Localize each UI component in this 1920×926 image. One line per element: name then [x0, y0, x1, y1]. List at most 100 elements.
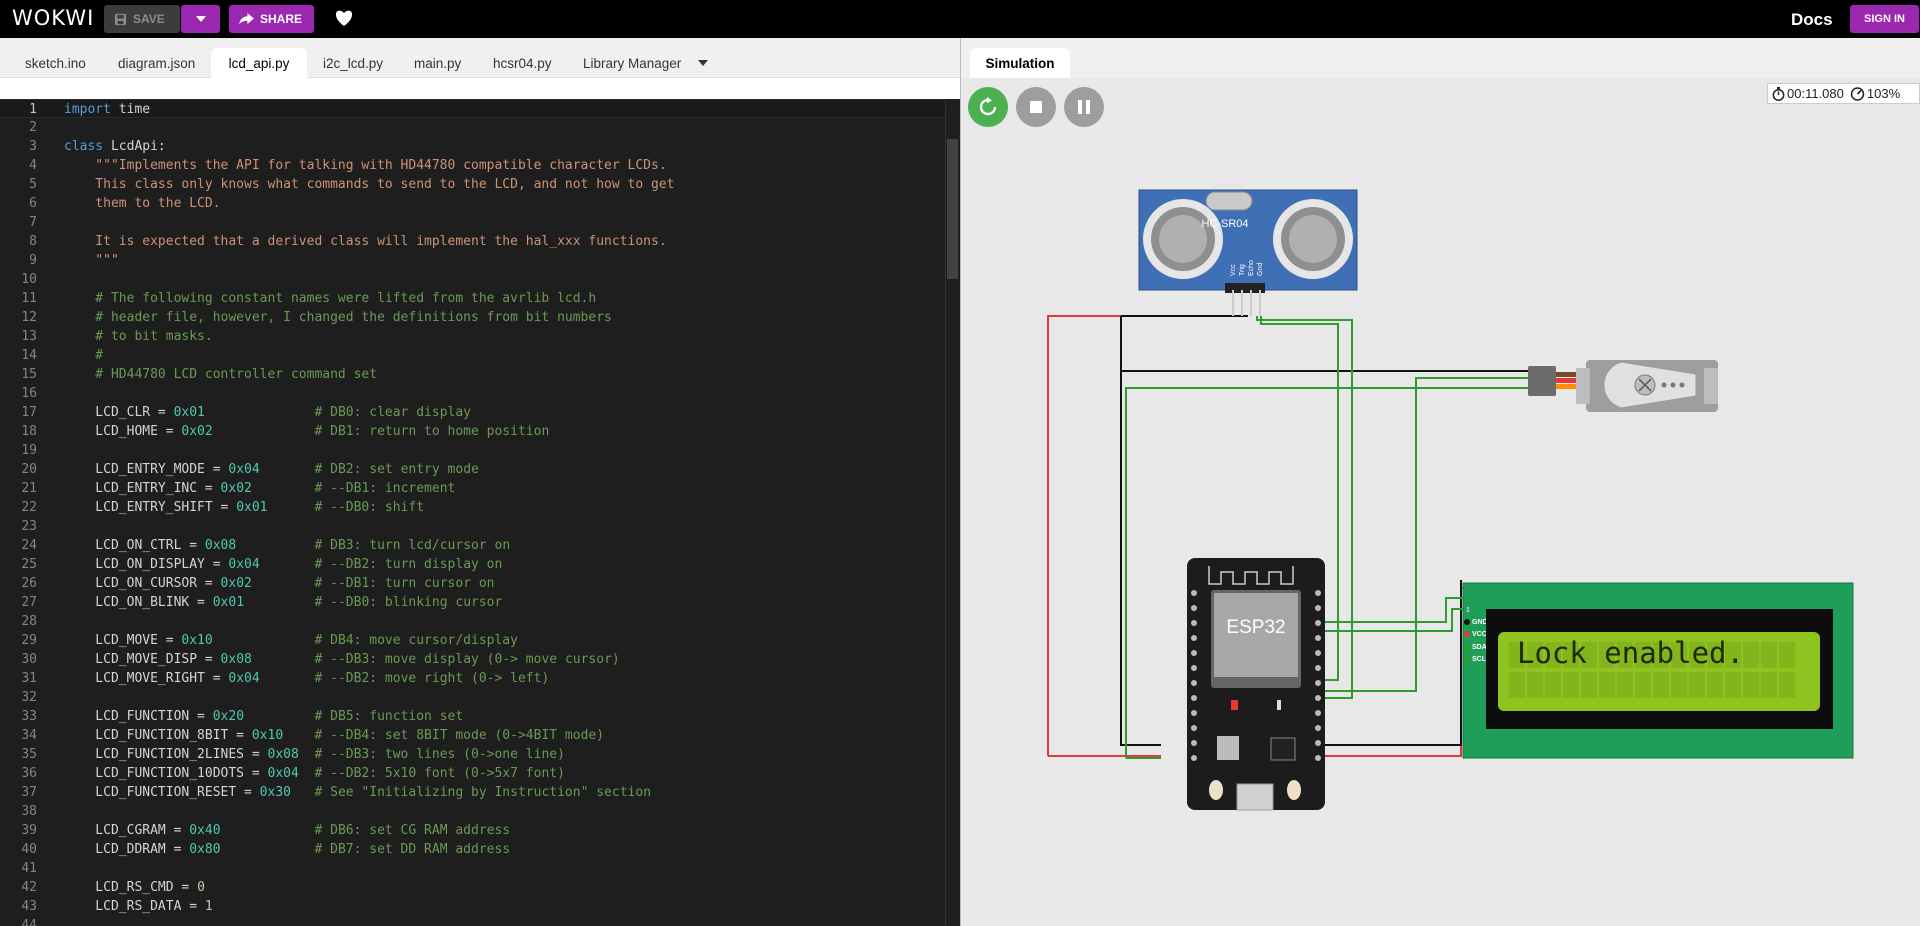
- code-line[interactable]: 28: [0, 612, 945, 631]
- code-line[interactable]: 17 LCD_CLR = 0x01 # DB0: clear display: [0, 403, 945, 422]
- editor-top-strip: [0, 78, 960, 99]
- code-line[interactable]: 4 """Implements the API for talking with…: [0, 156, 945, 175]
- code-line[interactable]: 38: [0, 802, 945, 821]
- code-line[interactable]: 23: [0, 517, 945, 536]
- code-line[interactable]: 33 LCD_FUNCTION = 0x20 # DB5: function s…: [0, 707, 945, 726]
- code-line[interactable]: 32: [0, 688, 945, 707]
- code-line[interactable]: 19: [0, 441, 945, 460]
- code-line[interactable]: 31 LCD_MOVE_RIGHT = 0x04 # --DB2: move r…: [0, 669, 945, 688]
- code-text: LCD_ENTRY_SHIFT = 0x01 # --DB0: shift: [64, 498, 424, 517]
- code-token: # DB5: function set: [314, 709, 464, 724]
- code-line[interactable]: 24 LCD_ON_CTRL = 0x08 # DB3: turn lcd/cu…: [0, 536, 945, 555]
- tab-hcsr04-py[interactable]: hcsr04.py: [481, 48, 564, 78]
- lcd-display[interactable]: 1 GND VCC SDA SCL Lock enabled.: [1462, 582, 1854, 759]
- share-arrow-icon: [239, 13, 254, 25]
- code-line[interactable]: 36 LCD_FUNCTION_10DOTS = 0x04 # --DB2: 5…: [0, 764, 945, 783]
- line-number: 2: [29, 120, 37, 135]
- code-line[interactable]: 15 # HD44780 LCD controller command set: [0, 365, 945, 384]
- code-text: # The following constant names were lift…: [64, 289, 596, 308]
- code-line[interactable]: 11 # The following constant names were l…: [0, 289, 945, 308]
- code-line[interactable]: 22 LCD_ENTRY_SHIFT = 0x01 # --DB0: shift: [0, 498, 945, 517]
- code-line[interactable]: 34 LCD_FUNCTION_8BIT = 0x10 # --DB4: set…: [0, 726, 945, 745]
- code-line[interactable]: 30 LCD_MOVE_DISP = 0x08 # --DB3: move di…: [0, 650, 945, 669]
- code-line[interactable]: 13 # to bit masks.: [0, 327, 945, 346]
- code-line[interactable]: 25 LCD_ON_DISPLAY = 0x04 # --DB2: turn d…: [0, 555, 945, 574]
- code-line[interactable]: 16: [0, 384, 945, 403]
- code-token: # The following constant names were lift…: [64, 291, 597, 306]
- code-line[interactable]: 18 LCD_HOME = 0x02 # DB1: return to home…: [0, 422, 945, 441]
- code-line[interactable]: 10: [0, 270, 945, 289]
- code-token: # DB6: set CG RAM address: [314, 823, 511, 838]
- code-editor[interactable]: 1 import time 2 3 class LcdApi: 4 """Implemen…: [0, 99, 945, 926]
- code-text: #: [64, 346, 103, 365]
- line-number: 31: [21, 671, 37, 686]
- code-token: LcdApi:: [103, 139, 166, 154]
- code-line[interactable]: 5 This class only knows what commands to…: [0, 175, 945, 194]
- code-line[interactable]: 9 """: [0, 251, 945, 270]
- code-line[interactable]: 2: [0, 118, 945, 137]
- tab-simulation[interactable]: Simulation: [970, 48, 1070, 78]
- code-line[interactable]: 43 LCD_RS_DATA = 1: [0, 897, 945, 916]
- code-text: LCD_DDRAM = 0x80 # DB7: set DD RAM addre…: [64, 840, 510, 859]
- code-line[interactable]: 6 them to the LCD.: [0, 194, 945, 213]
- code-token: LCD_ENTRY_INC =: [64, 481, 221, 496]
- code-line[interactable]: 7: [0, 213, 945, 232]
- code-line[interactable]: 26 LCD_ON_CURSOR = 0x02 # --DB1: turn cu…: [0, 574, 945, 593]
- code-line[interactable]: 40 LCD_DDRAM = 0x80 # DB7: set DD RAM ad…: [0, 840, 945, 859]
- esp32-board[interactable]: ESP32: [1187, 558, 1325, 811]
- code-text: LCD_MOVE = 0x10 # DB4: move cursor/displ…: [64, 631, 518, 650]
- code-token: LCD_FUNCTION =: [64, 709, 213, 724]
- save-options-button[interactable]: [181, 5, 220, 33]
- tabs-dropdown-icon[interactable]: [698, 60, 708, 66]
- line-number: 18: [21, 424, 37, 439]
- code-line[interactable]: 1 import time: [0, 99, 945, 118]
- code-token: 1: [204, 899, 213, 914]
- code-line[interactable]: 44: [0, 916, 945, 926]
- code-line[interactable]: 21 LCD_ENTRY_INC = 0x02 # --DB1: increme…: [0, 479, 945, 498]
- code-token: 0x04: [228, 462, 260, 477]
- code-text: LCD_FUNCTION_10DOTS = 0x04 # --DB2: 5x10…: [64, 764, 565, 783]
- tab-i2c-lcd-py[interactable]: i2c_lcd.py: [311, 48, 395, 78]
- code-line[interactable]: 20 LCD_ENTRY_MODE = 0x04 # DB2: set entr…: [0, 460, 945, 479]
- wokwi-logo[interactable]: WOKWI: [12, 6, 94, 30]
- servo-motor[interactable]: [1528, 360, 1718, 412]
- code-token: 0: [197, 880, 205, 895]
- sign-in-button[interactable]: SIGN IN: [1850, 5, 1919, 33]
- code-line[interactable]: 39 LCD_CGRAM = 0x40 # DB6: set CG RAM ad…: [0, 821, 945, 840]
- tab-lcd-api-py[interactable]: lcd_api.py: [211, 48, 307, 78]
- ultrasonic-sensor[interactable]: HC-SR04 Vcc Trig Echo Gnd: [1138, 189, 1358, 316]
- simulation-canvas[interactable]: 00:11.080 103% HC-SR04 Vcc Trig Echo Gnd…: [961, 78, 1920, 926]
- code-line[interactable]: 27 LCD_ON_BLINK = 0x01 # --DB0: blinking…: [0, 593, 945, 612]
- line-number: 26: [21, 576, 37, 591]
- code-line[interactable]: 3 class LcdApi:: [0, 137, 945, 156]
- code-line[interactable]: 14 #: [0, 346, 945, 365]
- tab-main-py[interactable]: main.py: [402, 48, 473, 78]
- code-text: LCD_HOME = 0x02 # DB1: return to home po…: [64, 422, 549, 441]
- code-line[interactable]: 8 It is expected that a derived class wi…: [0, 232, 945, 251]
- code-line[interactable]: 29 LCD_MOVE = 0x10 # DB4: move cursor/di…: [0, 631, 945, 650]
- docs-link[interactable]: Docs: [1791, 10, 1833, 30]
- tab-diagram-json[interactable]: diagram.json: [106, 48, 207, 78]
- heart-icon[interactable]: [334, 9, 354, 32]
- save-button[interactable]: SAVE: [104, 5, 180, 33]
- code-line[interactable]: 42 LCD_RS_CMD = 0: [0, 878, 945, 897]
- code-token: 0x08: [220, 652, 252, 667]
- code-line[interactable]: 37 LCD_FUNCTION_RESET = 0x30 # See "Init…: [0, 783, 945, 802]
- code-token: # --DB0: blinking cursor: [314, 595, 503, 610]
- code-line[interactable]: 41: [0, 859, 945, 878]
- tab-sketch-ino[interactable]: sketch.ino: [13, 48, 98, 78]
- editor-scroll-thumb[interactable]: [947, 139, 958, 279]
- code-line[interactable]: 12 # header file, however, I changed the…: [0, 308, 945, 327]
- circuit-diagram[interactable]: HC-SR04 Vcc Trig Echo Gnd ESP32 1 GND VC…: [961, 78, 1920, 926]
- line-number: 28: [21, 614, 37, 629]
- code-token: import: [64, 102, 111, 117]
- file-tab-bar: sketch.ino diagram.json lcd_api.py i2c_l…: [0, 38, 960, 78]
- code-line[interactable]: 35 LCD_FUNCTION_2LINES = 0x08 # --DB3: t…: [0, 745, 945, 764]
- share-button[interactable]: SHARE: [229, 5, 314, 33]
- tab-library-manager[interactable]: Library Manager: [571, 48, 693, 78]
